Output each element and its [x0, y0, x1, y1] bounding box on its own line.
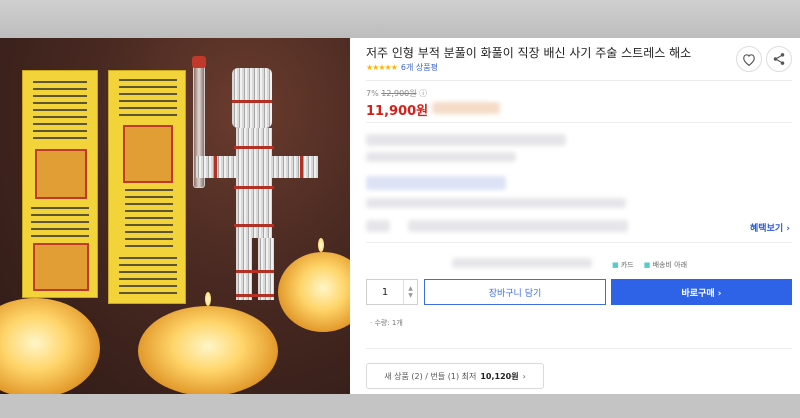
blurred-promo-banner	[366, 176, 506, 190]
lowest-price: 10,120원	[480, 371, 519, 381]
divider	[366, 80, 792, 81]
vial-cap	[192, 56, 206, 68]
sale-price: 11,900원	[366, 104, 429, 119]
video-bottom-letterbox	[0, 394, 800, 418]
product-image[interactable]	[0, 38, 350, 394]
payment-tags: 카드 배송비 아래	[612, 260, 687, 270]
benefit-view-link[interactable]: 혜택보기 ›	[750, 221, 790, 234]
divider	[366, 122, 792, 123]
chevron-up-icon[interactable]: ▲	[408, 285, 413, 292]
doll-binding	[234, 224, 274, 227]
blurred-payment-info	[452, 258, 592, 268]
candle-center	[138, 306, 278, 394]
blurred-promo-line	[366, 198, 626, 208]
doll-binding	[236, 294, 274, 297]
doll-leg	[258, 238, 274, 300]
selected-quantity-text: · 수량: 1개	[370, 319, 403, 327]
product-title: 저주 인형 부적 분풀이 화풀이 직장 배신 사기 주술 스트레스 해소	[366, 46, 692, 60]
doll-binding	[236, 270, 274, 273]
quantity-stepper[interactable]: 1 ▲ ▼	[366, 279, 418, 305]
buy-now-button[interactable]: 바로구매 ›	[611, 279, 792, 305]
product-info-panel: 저주 인형 부적 분풀이 화풀이 직장 배신 사기 주술 스트레스 해소 ★★★…	[350, 38, 800, 394]
doll-binding	[300, 156, 303, 178]
rating-stars: ★★★★★	[366, 63, 398, 72]
talisman-right	[108, 70, 186, 304]
candle-right	[278, 252, 350, 332]
wishlist-button[interactable]	[736, 46, 762, 72]
blurred-benefit-info	[366, 220, 390, 232]
doll-binding	[234, 146, 274, 149]
talisman-seal	[35, 149, 87, 199]
quantity-value[interactable]: 1	[367, 280, 404, 304]
candle-left	[0, 298, 100, 394]
talisman-left	[22, 70, 98, 298]
share-icon	[773, 53, 785, 65]
candle-flame	[318, 238, 324, 252]
talisman-ink	[119, 79, 177, 119]
quantity-arrows[interactable]: ▲ ▼	[404, 280, 417, 304]
doll-binding	[214, 156, 217, 178]
talisman-ink	[119, 257, 177, 297]
original-price-row: 7% 12,900원 ⓘ	[366, 88, 427, 99]
doll-binding	[234, 186, 274, 189]
divider	[366, 348, 792, 349]
chevron-down-icon[interactable]: ▼	[408, 292, 413, 299]
share-button[interactable]	[766, 46, 792, 72]
talisman-ink	[33, 81, 87, 141]
heart-icon	[743, 53, 755, 66]
doll-binding	[232, 100, 272, 103]
candle-flame	[205, 292, 211, 306]
rating-row[interactable]: ★★★★★ 6개 상품평	[366, 62, 438, 73]
talisman-seal	[33, 243, 89, 291]
doll-body	[236, 128, 272, 238]
chevron-right-icon: ›	[522, 371, 526, 381]
talisman-ink	[31, 207, 89, 237]
blurred-price-note	[432, 102, 500, 114]
blurred-shipping-info	[366, 134, 566, 146]
video-top-letterbox	[0, 0, 800, 38]
add-to-cart-button[interactable]: 장바구니 담기	[424, 279, 606, 305]
talisman-seal	[123, 125, 173, 183]
talisman-ink	[125, 189, 173, 249]
discount-rate: 7%	[366, 89, 379, 98]
delivery-tag: 배송비 아래	[644, 260, 687, 270]
doll-head	[232, 68, 272, 128]
divider	[366, 242, 792, 243]
original-price: 12,900원	[381, 89, 417, 98]
card-tag: 카드	[612, 260, 634, 270]
doll-leg	[236, 238, 252, 300]
blurred-benefit-info	[408, 220, 628, 232]
review-count-link[interactable]: 6개 상품평	[401, 62, 438, 73]
blurred-shipping-info	[366, 152, 516, 162]
other-sellers-button[interactable]: 새 상품 (2) / 번들 (1) 최저 10,120원 ›	[366, 363, 544, 389]
other-sellers-label: 새 상품 (2) / 번들 (1) 최저	[384, 371, 477, 381]
product-page: 저주 인형 부적 분풀이 화풀이 직장 배신 사기 주술 스트레스 해소 ★★★…	[0, 38, 800, 394]
info-icon: ⓘ	[419, 89, 428, 98]
